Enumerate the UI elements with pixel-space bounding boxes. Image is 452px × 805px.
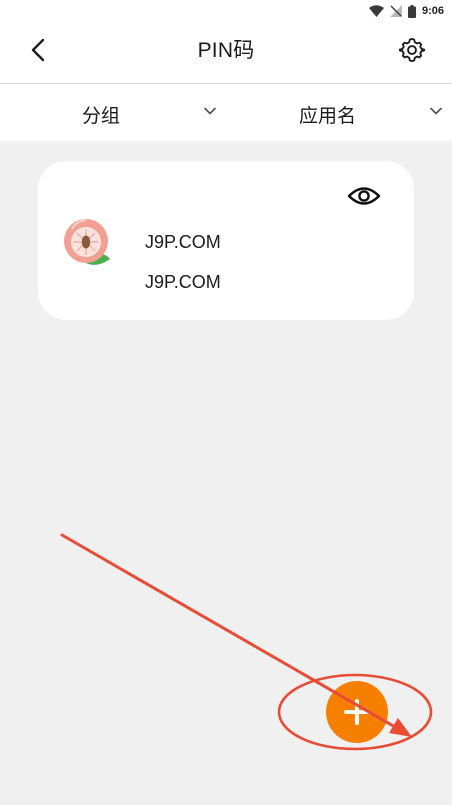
peach-app-icon	[64, 219, 110, 265]
status-bar: 9:06	[0, 0, 452, 22]
status-time: 9:06	[421, 5, 444, 17]
settings-button[interactable]	[392, 30, 432, 70]
group-filter-dropdown[interactable]: 分组	[0, 84, 226, 141]
filter-bar: 分组 应用名	[0, 84, 452, 141]
entry-name: J9P.COM	[145, 232, 221, 252]
no-signal-icon	[389, 5, 402, 17]
group-filter-label: 分组	[82, 106, 121, 127]
chevron-down-icon	[430, 107, 442, 115]
chevron-down-icon	[204, 107, 216, 115]
add-button[interactable]	[326, 681, 388, 743]
wifi-icon	[368, 5, 384, 17]
app-name-filter-dropdown[interactable]: 应用名	[226, 84, 452, 141]
entry-account: J9P.COM	[145, 272, 221, 292]
page-title: PIN码	[197, 39, 255, 62]
plus-icon	[344, 699, 370, 725]
app-name-filter-label: 应用名	[299, 106, 357, 127]
eye-icon	[347, 187, 381, 205]
toggle-visibility-button[interactable]	[345, 181, 383, 211]
annotation-arrowhead	[389, 718, 412, 737]
battery-icon	[407, 4, 416, 18]
pin-entry-card[interactable]: J9P.COM J9P.COM	[38, 161, 414, 320]
app-header: PIN码	[0, 22, 452, 83]
gear-icon	[398, 37, 426, 63]
